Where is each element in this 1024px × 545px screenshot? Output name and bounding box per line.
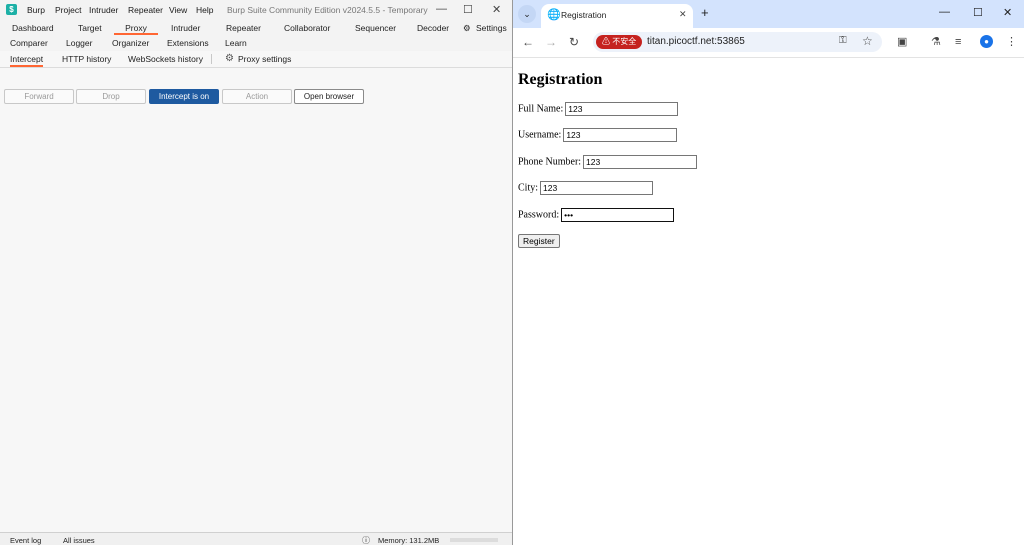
page-title: Registration [518, 71, 603, 88]
menu-repeater[interactable]: Repeater [128, 5, 163, 15]
tab-collaborator[interactable]: Collaborator [284, 23, 330, 33]
gear-icon[interactable]: ⚙ [463, 23, 471, 34]
tab-search-chevron-icon[interactable]: ⌄ [518, 5, 536, 23]
browser-tab[interactable]: 🌐 Registration ✕ [541, 4, 693, 28]
forward-button[interactable]: Forward [4, 89, 74, 104]
burp-status-bar: Event log All issues ⓘ Memory: 131.2MB [0, 532, 512, 545]
password-input[interactable] [561, 208, 675, 222]
registration-page: Registration Full Name: Username: Phone … [513, 58, 1024, 545]
menu-burp[interactable]: Burp [27, 5, 45, 15]
tab-dashboard[interactable]: Dashboard [12, 23, 54, 33]
phone-number-label: Phone Number: [518, 156, 582, 168]
phone-row: Phone Number: [518, 155, 698, 169]
tab-comparer[interactable]: Comparer [10, 38, 48, 48]
full-name-input[interactable] [565, 102, 679, 116]
menu-intruder[interactable]: Intruder [89, 5, 118, 15]
labs-flask-icon[interactable]: ⚗ [931, 36, 941, 48]
burp-app-title: Burp Suite Community Edition v2024.5.5 -… [227, 5, 429, 15]
subtab-proxy-settings[interactable]: Proxy settings [238, 54, 291, 64]
burp-main-tabs-row1: Dashboard Target Proxy Intruder Repeater… [0, 21, 512, 37]
action-button[interactable]: Action [222, 89, 292, 104]
tab-title: Registration [561, 10, 607, 20]
tab-repeater[interactable]: Repeater [226, 23, 261, 33]
username-input[interactable] [563, 128, 678, 142]
tab-target[interactable]: Target [78, 23, 102, 33]
intercept-toggle-button[interactable]: Intercept is on [149, 89, 219, 104]
password-key-icon[interactable]: ⚿ [839, 35, 847, 46]
city-row: City: [518, 181, 654, 195]
globe-icon: 🌐 [547, 9, 561, 21]
menu-project[interactable]: Project [55, 5, 81, 15]
tab-close-icon[interactable]: ✕ [679, 9, 687, 20]
username-row: Username: [518, 128, 678, 142]
new-tab-icon[interactable]: + [701, 6, 709, 19]
phone-number-input[interactable] [583, 155, 698, 169]
bookmark-star-icon[interactable]: ☆ [862, 34, 873, 48]
tab-proxy[interactable]: Proxy [114, 23, 158, 35]
tab-extensions[interactable]: Extensions [167, 38, 209, 48]
subtab-websockets-history[interactable]: WebSockets history [128, 54, 203, 64]
chrome-window: ⌄ 🌐 Registration ✕ + — ☐ ✕ ← → ↻ ⚠ 不安全 t… [513, 0, 1024, 545]
menu-view[interactable]: View [169, 5, 187, 15]
event-log-link[interactable]: Event log [10, 536, 41, 545]
close-icon[interactable]: ✕ [1003, 6, 1012, 19]
burp-window: $ Burp Project Intruder Repeater View He… [0, 0, 512, 545]
extensions-puzzle-icon[interactable]: ▣ [897, 36, 907, 48]
memory-label: Memory: 131.2MB [378, 536, 440, 545]
info-icon: ⓘ [362, 536, 370, 545]
subtab-intercept[interactable]: Intercept [10, 54, 44, 67]
warning-icon: ⚠ [602, 37, 610, 46]
all-issues-link[interactable]: All issues [63, 536, 95, 545]
tab-organizer[interactable]: Organizer [112, 38, 149, 48]
subtab-http-history[interactable]: HTTP history [62, 54, 111, 64]
media-queue-icon[interactable]: ≡ [955, 36, 961, 48]
burp-main-tabs-row2: Comparer Logger Organizer Extensions Lea… [0, 37, 512, 52]
tab-sequencer[interactable]: Sequencer [355, 23, 396, 33]
drop-button[interactable]: Drop [76, 89, 146, 104]
tab-settings[interactable]: Settings [476, 23, 507, 33]
profile-avatar-icon[interactable]: ● [980, 35, 993, 48]
username-label: Username: [518, 129, 562, 141]
tab-decoder[interactable]: Decoder [417, 23, 449, 33]
city-input[interactable] [540, 181, 654, 195]
more-menu-icon[interactable]: ⋮ [1006, 36, 1017, 48]
settings-gear-icon[interactable]: ⚙ [225, 53, 234, 64]
chrome-toolbar: ← → ↻ ⚠ 不安全 titan.picoctf.net:53865 ⚿ ☆ … [513, 28, 1024, 58]
proxy-subtabs: Intercept HTTP history WebSockets histor… [0, 51, 512, 68]
burp-titlebar: $ Burp Project Intruder Repeater View He… [0, 0, 512, 21]
password-label: Password: [518, 209, 560, 221]
password-row: Password: [518, 208, 675, 222]
back-icon[interactable]: ← [522, 35, 534, 49]
reload-icon[interactable]: ↻ [569, 35, 579, 49]
chrome-tabbar: ⌄ 🌐 Registration ✕ + — ☐ ✕ [513, 0, 1024, 28]
forward-icon[interactable]: → [545, 35, 557, 49]
not-secure-label: 不安全 [612, 37, 637, 46]
full-name-label: Full Name: [518, 103, 564, 115]
open-browser-button[interactable]: Open browser [294, 89, 364, 104]
menu-help[interactable]: Help [196, 5, 213, 15]
tab-learn[interactable]: Learn [225, 38, 247, 48]
minimize-icon[interactable]: — [436, 3, 447, 15]
tab-intruder[interactable]: Intruder [171, 23, 200, 33]
register-button[interactable]: Register [518, 234, 560, 248]
full-name-row: Full Name: [518, 102, 679, 116]
minimize-icon[interactable]: — [939, 6, 950, 18]
memory-usage-bar [450, 538, 498, 542]
address-bar[interactable]: ⚠ 不安全 titan.picoctf.net:53865 ⚿ ☆ [593, 32, 882, 52]
close-icon[interactable]: ✕ [492, 3, 501, 16]
maximize-icon[interactable]: ☐ [463, 3, 473, 16]
burp-logo-icon: $ [6, 4, 17, 15]
url-text[interactable]: titan.picoctf.net:53865 [647, 36, 745, 47]
city-label: City: [518, 182, 539, 194]
subtab-divider [211, 54, 212, 64]
intercept-panel: Forward Drop Intercept is on Action Open… [0, 68, 512, 532]
tab-logger[interactable]: Logger [66, 38, 92, 48]
maximize-icon[interactable]: ☐ [973, 6, 983, 19]
not-secure-badge[interactable]: ⚠ 不安全 [596, 35, 643, 49]
